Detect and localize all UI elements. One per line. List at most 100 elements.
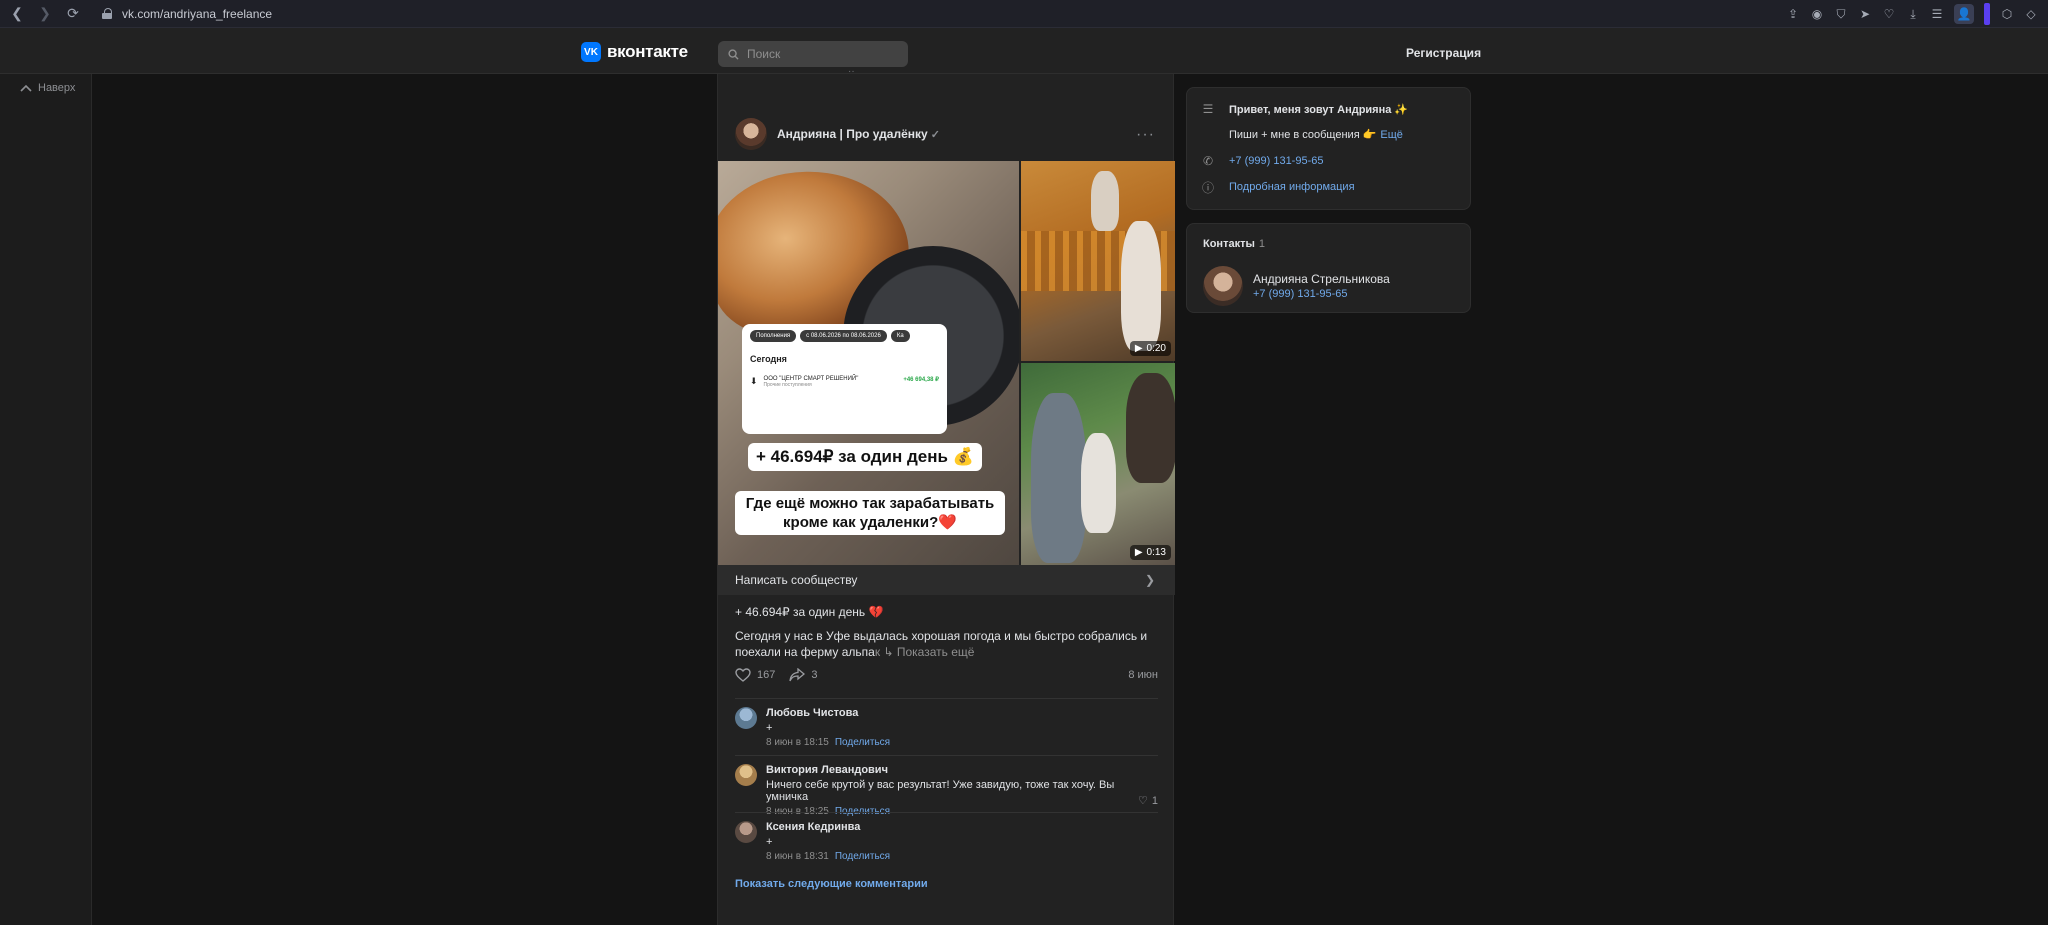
verified-icon: ✓ xyxy=(930,129,940,141)
community-info-card: ☰ Привет, меня зовут Андрияна ✨ Пиши + м… xyxy=(1186,87,1471,210)
share-arrow-icon xyxy=(789,668,806,682)
write-to-community-label: Написать сообществу xyxy=(735,573,858,587)
site-header: VK вконтакте Регистрация xyxy=(0,28,2048,74)
vk-logo[interactable]: VK вконтакте xyxy=(581,42,688,62)
comment-text: + xyxy=(766,722,773,734)
info-greeting: Привет, меня зовут Андрияна ✨ xyxy=(1229,103,1409,116)
photo-main[interactable]: Пополнения с 08.06.2026 по 08.06.2026 Ка… xyxy=(718,161,1019,565)
bank-amount: +46 694,38 ₽ xyxy=(903,377,939,383)
show-more-link[interactable]: Показать ещё xyxy=(897,645,975,659)
comment-share-link[interactable]: Поделиться xyxy=(835,737,890,748)
post-text: Сегодня у нас в Уфе выдалась хорошая пог… xyxy=(735,628,1155,660)
post-header: Андрияна | Про удалёнку ✓ xyxy=(735,118,940,150)
back-icon[interactable]: ❮ xyxy=(6,3,28,25)
alpaca-shape xyxy=(1126,373,1175,483)
info-phone-row: ✆ +7 (999) 131-95-65 xyxy=(1201,154,1324,168)
comment-text: + xyxy=(766,836,773,848)
left-rail[interactable]: Наверх xyxy=(0,74,92,925)
post-date[interactable]: 8 июн xyxy=(1128,669,1158,681)
play-icon: ▶ xyxy=(1134,343,1143,354)
heart-icon xyxy=(735,668,751,682)
contacts-title[interactable]: Контакты 1 xyxy=(1203,238,1265,250)
info-write-text: Пиши + мне в сообщения 👉 xyxy=(1229,129,1377,141)
sidebar-accent-icon[interactable] xyxy=(1984,3,1990,25)
share-count: 3 xyxy=(811,669,818,681)
address-bar[interactable]: vk.com/andriyana_freelance xyxy=(102,7,272,21)
text-lines-icon: ☰ xyxy=(1202,102,1214,116)
info-phone[interactable]: +7 (999) 131-95-65 xyxy=(1229,155,1323,167)
camera-icon[interactable]: ◉ xyxy=(1810,7,1824,21)
extension-box-icon[interactable]: ⬡ xyxy=(2000,7,2014,21)
alpaca-shape xyxy=(1091,171,1119,231)
commenter-avatar[interactable] xyxy=(735,707,757,729)
search-box[interactable] xyxy=(718,41,908,67)
contact-phone[interactable]: +7 (999) 131-95-65 xyxy=(1253,288,1390,300)
info-details-link[interactable]: Подробная информация xyxy=(1229,181,1355,193)
commenter-avatar[interactable] xyxy=(735,821,757,843)
comment-time[interactable]: 8 июн в 18:31 xyxy=(766,851,829,862)
video-duration-badge: ▶ 0:13 xyxy=(1129,545,1171,560)
bank-chip: Пополнения xyxy=(750,330,797,342)
post-media-grid: Пополнения с 08.06.2026 по 08.06.2026 Ка… xyxy=(718,161,1175,565)
heart-icon: ♡ xyxy=(1138,795,1148,807)
bank-screenshot-card: Пополнения с 08.06.2026 по 08.06.2026 Ка… xyxy=(742,324,947,434)
chevron-right-icon: ❯ xyxy=(1144,573,1155,587)
write-to-community-button[interactable]: Написать сообществу ❯ xyxy=(718,565,1175,595)
post-title: + 46.694₽ за один день 💔 xyxy=(735,605,884,619)
share-icon[interactable]: ⇪ xyxy=(1786,7,1800,21)
person-shape xyxy=(1121,221,1161,351)
commenter-avatar[interactable] xyxy=(735,764,757,786)
search-icon xyxy=(728,48,739,60)
video-thumbnail-1[interactable]: ▶ 0:20 xyxy=(1021,161,1175,361)
contacts-count: 1 xyxy=(1258,238,1265,250)
commenter-name[interactable]: Ксения Кедринва xyxy=(766,821,1158,833)
contact-item[interactable]: Андрияна Стрельникова +7 (999) 131-95-65 xyxy=(1203,266,1390,306)
child-shape xyxy=(1081,433,1116,533)
phone-icon: ✆ xyxy=(1202,154,1214,168)
url-text[interactable]: vk.com/andriyana_freelance xyxy=(122,7,272,21)
comment-time[interactable]: 8 июн в 18:15 xyxy=(766,737,829,748)
info-more-link[interactable]: Ещё xyxy=(1380,129,1403,141)
post-actions: 167 3 8 июн xyxy=(735,668,1158,682)
download-icon[interactable]: ⤓ xyxy=(1906,7,1920,21)
search-input[interactable] xyxy=(747,47,897,61)
contact-name[interactable]: Андрияна Стрельникова xyxy=(1253,272,1390,286)
register-link[interactable]: Регистрация xyxy=(1406,46,1481,60)
comment-like-button[interactable]: ♡ 1 xyxy=(1138,794,1158,808)
heart-icon[interactable]: ♡ xyxy=(1882,7,1896,21)
post-text-fade: к xyxy=(874,645,881,659)
chevron-up-icon xyxy=(20,84,32,92)
forward-icon[interactable]: ❯ xyxy=(34,3,56,25)
post-author[interactable]: Андрияна | Про удалёнку ✓ xyxy=(777,127,940,141)
like-button[interactable]: 167 xyxy=(735,668,775,682)
reload-icon[interactable]: ⟳ xyxy=(62,3,84,25)
person-shape xyxy=(1031,393,1086,563)
info-write-row: Пиши + мне в сообщения 👉 Ещё xyxy=(1229,128,1403,142)
author-avatar[interactable] xyxy=(735,118,767,150)
scroll-to-top-button[interactable]: Наверх xyxy=(20,82,75,94)
profile-icon[interactable]: 👤 xyxy=(1954,4,1974,24)
like-count: 167 xyxy=(757,669,776,681)
browser-toolbar: ❮ ❯ ⟳ vk.com/andriyana_freelance ⇪ ◉ ⛉ ➤… xyxy=(0,0,2048,28)
more-dots-top-icon: ·· xyxy=(848,66,855,77)
send-icon[interactable]: ➤ xyxy=(1858,7,1872,21)
menu-icon[interactable]: ☰ xyxy=(1930,7,1944,21)
lock-icon xyxy=(102,8,112,19)
show-next-comments-link[interactable]: Показать следующие комментарии xyxy=(735,878,928,890)
video-thumbnail-2[interactable]: ▶ 0:13 xyxy=(1021,363,1175,565)
video-duration: 0:13 xyxy=(1146,547,1166,558)
bank-payer-sub: Прочие поступления xyxy=(763,382,812,388)
post-more-button[interactable]: ··· xyxy=(1136,126,1155,144)
comment-share-link[interactable]: Поделиться xyxy=(835,851,890,862)
comment-text: Ничего себе крутой у вас результат! Уже … xyxy=(766,779,1115,803)
contact-avatar[interactable] xyxy=(1203,266,1243,306)
commenter-name[interactable]: Виктория Левандович xyxy=(766,764,1158,776)
shield-icon[interactable]: ⛉ xyxy=(1834,7,1848,21)
extension-diamond-icon[interactable]: ◇ xyxy=(2024,7,2038,21)
info-description-row: ☰ Привет, меня зовут Андрияна ✨ xyxy=(1201,102,1409,116)
vk-logo-text: вконтакте xyxy=(607,42,688,61)
divider xyxy=(735,755,1158,756)
commenter-name[interactable]: Любовь Чистова xyxy=(766,707,1158,719)
share-button[interactable]: 3 xyxy=(789,668,817,682)
divider xyxy=(735,812,1158,813)
